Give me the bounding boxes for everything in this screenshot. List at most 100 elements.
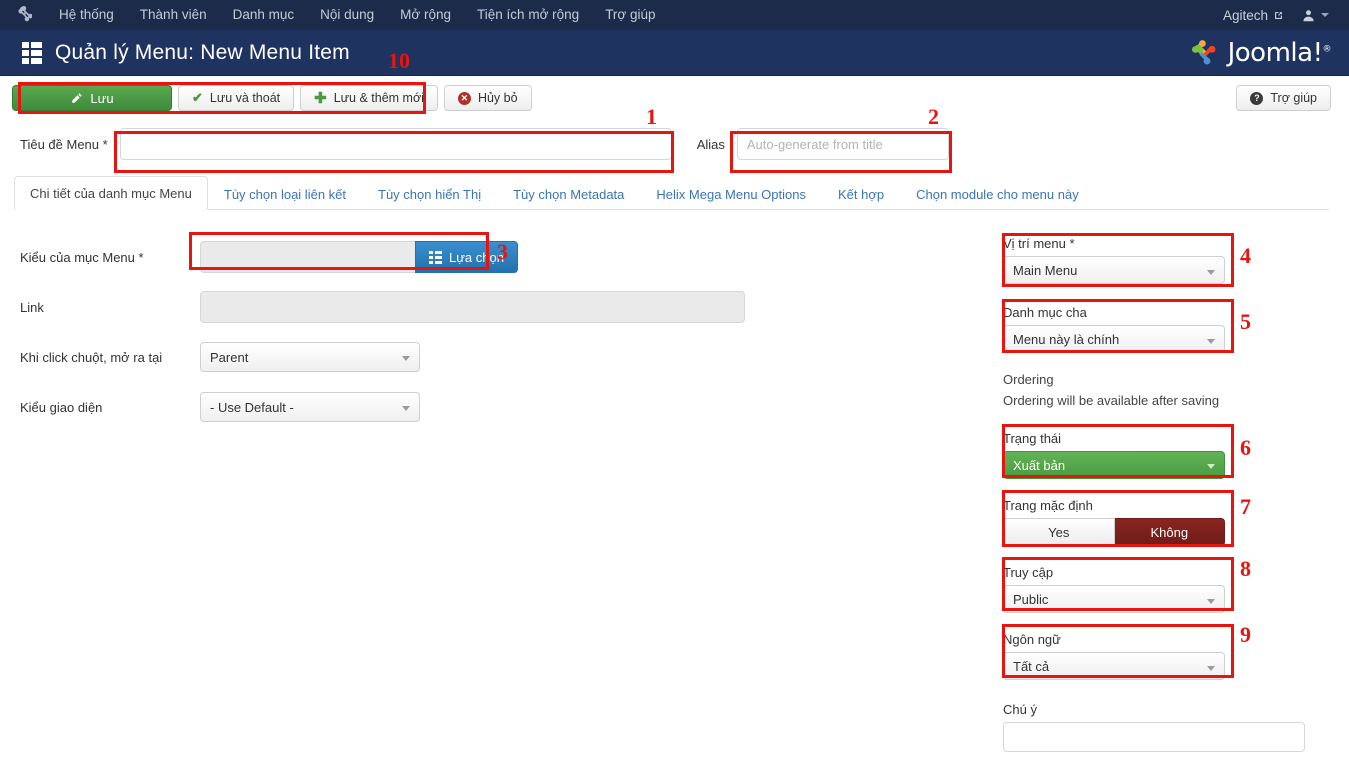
menu-title-input[interactable] [119,128,672,160]
annotation-number-1: 1 [646,104,657,129]
external-link-icon [1275,11,1282,19]
tab-ket-hop[interactable]: Kết hợp [822,177,900,210]
annotation-number-10: 10 [388,48,410,73]
left-form-pane: Kiểu của mục Menu * Lựa chọn Link Khi cl… [0,232,995,752]
parent-item-label: Danh mục cha [1003,305,1087,320]
annotation-number-8: 8 [1240,556,1251,581]
chevron-down-icon [1207,599,1215,604]
link-input [200,291,745,323]
user-icon [1303,9,1314,21]
ordering-group: Ordering Ordering will be available afte… [995,372,1349,410]
parent-item-group: Danh mục cha Menu này là chính [995,305,1349,353]
select-type-button-label: Lựa chọn [449,249,504,265]
note-input[interactable] [1003,722,1305,752]
save-and-new-label: Lưu & thêm mới [333,91,424,105]
site-name-label: Agitech [1222,7,1268,23]
panes: Kiểu của mục Menu * Lựa chọn Link Khi cl… [0,210,1349,752]
annotation-number-4: 4 [1240,243,1251,268]
annotation-number-9: 9 [1240,622,1251,647]
parent-item-value: Menu này là chính [1013,331,1120,347]
close-circle-icon: ✕ [457,91,471,105]
joomla-logo-mark [1188,37,1220,69]
access-value: Public [1013,591,1049,607]
target-window-select[interactable]: Parent [200,342,420,372]
nav-item-noi-dung[interactable]: Nội dung [307,0,387,30]
status-group: Trạng thái Xuất bản [995,431,1349,479]
chevron-down-icon [1207,339,1215,344]
parent-item-select[interactable]: Menu này là chính [1003,325,1225,353]
language-value: Tất cả [1013,658,1050,674]
save-button-label: Lưu [90,90,114,106]
joomla-brand-icon[interactable] [0,6,46,24]
access-select[interactable]: Public [1003,585,1225,613]
title-alias-row: Tiêu đề Menu * Alias [0,120,1349,170]
link-label: Link [20,299,44,315]
template-style-select[interactable]: - Use Default - [200,392,420,422]
toolbar: Lưu ✔ Lưu và thoát ✚ Lưu & thêm mới ✕ Hủ… [0,76,1349,120]
menu-location-select[interactable]: Main Menu [1003,256,1225,284]
cancel-button[interactable]: ✕ Hủy bỏ [443,85,532,111]
page-header: Quản lý Menu: New Menu Item Joomla!® 10 [0,30,1349,76]
save-and-close-button[interactable]: ✔ Lưu và thoát [178,85,295,111]
status-select[interactable]: Xuất bản [1003,451,1225,479]
menu-location-group: Vị trí menu * Main Menu [995,236,1349,284]
ordering-note: Ordering will be available after saving [1003,393,1220,408]
nav-item-danh-muc[interactable]: Danh mục [220,0,308,30]
pencil-icon [72,92,83,103]
alias-label: Alias [696,136,725,152]
chevron-down-icon [1207,464,1215,469]
joomla-logo: Joomla!® [1188,37,1331,69]
default-page-yes-button[interactable]: Yes [1003,518,1115,546]
default-page-label: Trang mặc định [1003,498,1093,513]
template-style-row: Kiểu giao diện - Use Default - [20,382,995,432]
user-menu-button[interactable] [1296,9,1341,22]
chevron-down-icon [1207,666,1215,671]
menu-title-label: Tiêu đề Menu * [20,136,108,152]
annotation-number-6: 6 [1240,435,1251,460]
nav-item-he-thong[interactable]: Hệ thống [46,0,127,30]
target-window-row: Khi click chuột, mở ra tại Parent [20,332,995,382]
alias-input[interactable] [736,128,949,160]
joomla-wordmark-text: Joomla! [1227,38,1323,68]
page-title-wrap: Quản lý Menu: New Menu Item [0,41,350,65]
save-and-new-button[interactable]: ✚ Lưu & thêm mới [300,85,438,111]
menu-item-type-label: Kiểu của mục Menu * [20,249,144,265]
ordering-label: Ordering [1003,372,1054,387]
language-label: Ngôn ngữ [1003,632,1061,647]
language-group: Ngôn ngữ Tất cả [995,632,1349,680]
default-page-no-button[interactable]: Không [1114,518,1225,546]
annotation-number-7: 7 [1240,494,1251,519]
menu-item-type-input [200,241,415,273]
status-value: Xuất bản [1013,457,1066,473]
chevron-down-icon [402,406,410,411]
page-content: Tiêu đề Menu * Alias Chi tiết của danh m… [0,120,1349,752]
language-select[interactable]: Tất cả [1003,652,1225,680]
access-label: Truy cập [1003,565,1054,580]
joomla-wordmark: Joomla!® [1227,38,1332,68]
tab-metadata[interactable]: Tùy chọn Metadata [497,177,640,210]
nav-item-tro-giup[interactable]: Trợ giúp [592,0,668,30]
chevron-down-icon [402,356,410,361]
save-and-close-label: Lưu và thoát [209,91,281,105]
tab-bar: Chi tiết của danh mục Menu Tùy chọn loại… [14,176,1329,210]
help-button[interactable]: ? Trợ giúp [1236,85,1331,111]
right-sidebar-pane: Vị trí menu * Main Menu Danh mục cha Men… [995,232,1349,752]
template-style-label: Kiểu giao diện [20,399,103,415]
tab-loai-lien-ket[interactable]: Tùy chọn loại liên kết [208,177,362,210]
nav-item-mo-rong[interactable]: Mở rộng [387,0,464,30]
question-circle-icon: ? [1250,91,1264,105]
page-title: Quản lý Menu: New Menu Item [55,40,350,64]
top-navbar: Hệ thống Thành viên Danh mục Nội dung Mở… [0,0,1349,30]
status-label: Trạng thái [1003,431,1062,446]
tab-hien-thi[interactable]: Tùy chọn hiển Thị [362,177,497,210]
tab-chon-module[interactable]: Chọn module cho menu này [900,177,1095,210]
site-preview-link[interactable]: Agitech [1211,8,1296,23]
default-page-toggle: Yes Không [1003,518,1225,546]
menu-item-type-group: Lựa chọn [200,241,518,273]
nav-item-thanh-vien[interactable]: Thành viên [127,0,220,30]
tab-chi-tiet[interactable]: Chi tiết của danh mục Menu [14,176,208,210]
annotation-number-2: 2 [928,104,939,129]
tab-helix-mega-menu[interactable]: Helix Mega Menu Options [640,177,822,210]
nav-item-tien-ich-mo-rong[interactable]: Tiện ích mở rộng [464,0,592,30]
save-button[interactable]: Lưu [12,85,172,111]
